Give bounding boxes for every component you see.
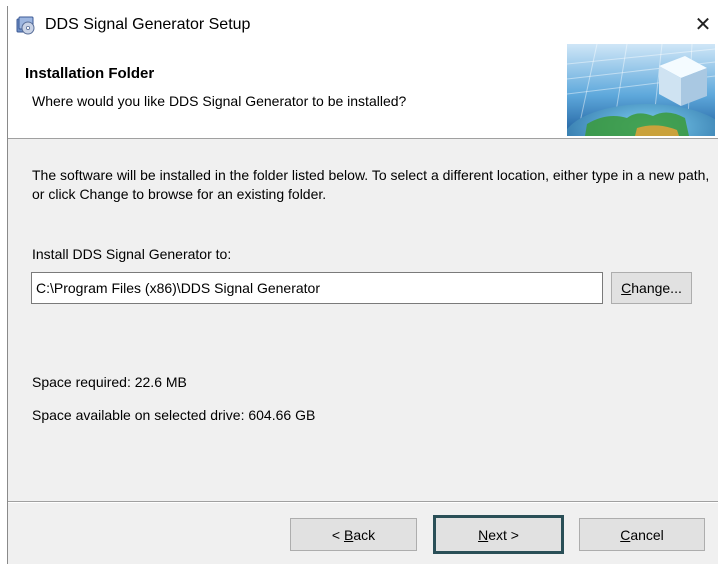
page-subtitle: Where would you like DDS Signal Generato… [32, 93, 407, 109]
setup-window: DDS Signal Generator Setup ✕ Installatio… [7, 6, 718, 564]
wizard-body: The software will be installed in the fo… [8, 139, 718, 501]
installer-disc-icon [16, 16, 35, 35]
space-available-text: Space available on selected drive: 604.6… [32, 407, 316, 423]
close-icon[interactable]: ✕ [690, 12, 716, 38]
install-location-label: Install DDS Signal Generator to: [32, 246, 232, 262]
cancel-button[interactable]: Cancel [579, 518, 705, 551]
cancel-button-label: ancel [630, 526, 664, 543]
next-button[interactable]: Next > [433, 515, 564, 554]
globe-cube-graphic [567, 44, 715, 136]
window-title: DDS Signal Generator Setup [45, 16, 251, 33]
install-path-input[interactable] [31, 272, 603, 304]
wizard-header: Installation Folder Where would you like… [8, 42, 718, 139]
change-button-label: hange... [631, 280, 682, 296]
title-bar[interactable]: DDS Signal Generator Setup ✕ [8, 6, 718, 42]
change-button-mnemonic: C [621, 280, 632, 296]
back-button-mnemonic: B [343, 526, 354, 543]
instructions-text: The software will be installed in the fo… [32, 167, 710, 202]
next-button-mnemonic: N [478, 526, 489, 543]
change-button[interactable]: Change... [611, 272, 692, 304]
next-button-label: ext > [488, 526, 519, 543]
cancel-button-mnemonic: C [620, 526, 631, 543]
space-required-text: Space required: 22.6 MB [32, 374, 187, 390]
back-button[interactable]: < Back [290, 518, 417, 551]
back-button-label: ack [353, 526, 376, 543]
page-title: Installation Folder [25, 65, 155, 82]
footer-divider [8, 501, 718, 503]
back-button-prefix: < [331, 526, 344, 543]
